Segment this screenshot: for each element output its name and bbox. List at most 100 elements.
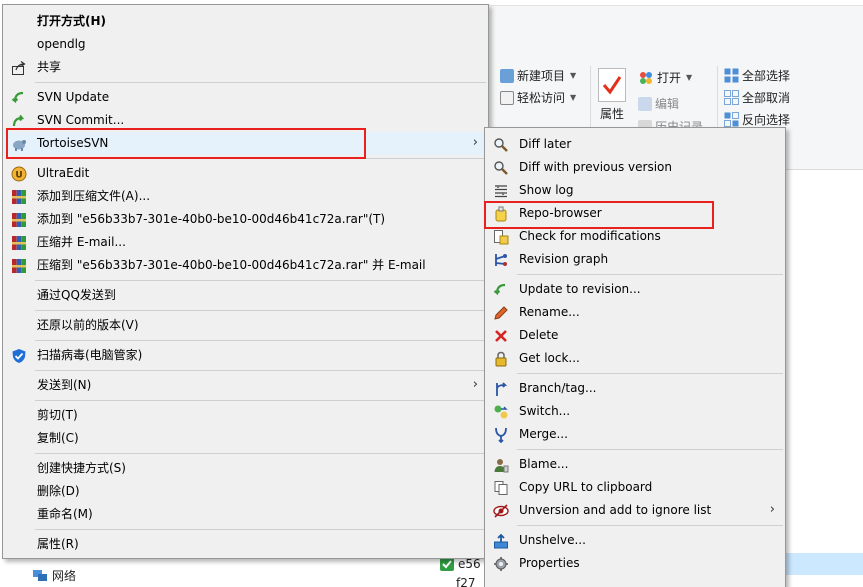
menu-item-compress-to-rar-email[interactable]: 压缩到 "e56b33b7-301e-40b0-be10-00d46b41c72…: [3, 254, 488, 277]
menu-item-tortoisesvn[interactable]: TortoiseSVN ›: [3, 132, 488, 155]
lock-icon: [493, 351, 509, 367]
svn-commit-icon: [11, 113, 27, 129]
selected-row-highlight: [780, 553, 863, 575]
chevron-down-icon: ▼: [570, 93, 577, 102]
nav-item-network[interactable]: 网络: [32, 567, 76, 584]
file-row[interactable]: e56: [440, 557, 481, 571]
select-all-button[interactable]: 全部选择: [724, 67, 790, 84]
menu-separator: [517, 525, 783, 526]
submenu-item-unshelve[interactable]: Unshelve...: [485, 529, 785, 552]
repo-browser-icon: [493, 206, 509, 222]
update-revision-icon: [493, 282, 509, 298]
submenu-item-merge[interactable]: Merge...: [485, 423, 785, 446]
submenu-item-get-lock[interactable]: Get lock...: [485, 347, 785, 370]
menu-separator: [517, 274, 783, 275]
menu-separator: [35, 400, 486, 401]
select-none-icon: [724, 90, 739, 105]
menu-item-share[interactable]: 共享: [3, 56, 488, 79]
menu-separator: [35, 310, 486, 311]
menu-separator: [35, 280, 486, 281]
svn-ok-icon: [440, 557, 454, 571]
copy-icon: [493, 480, 509, 496]
menu-item-svn-update[interactable]: SVN Update: [3, 86, 488, 109]
submenu-item-rename[interactable]: Rename...: [485, 301, 785, 324]
svg-text:U: U: [15, 171, 22, 181]
menu-item-opendlg[interactable]: opendlg: [3, 33, 488, 56]
select-none-button[interactable]: 全部取消: [724, 89, 790, 106]
menu-item-cut[interactable]: 剪切(T): [3, 404, 488, 427]
submenu-item-check-modifications[interactable]: Check for modifications: [485, 225, 785, 248]
menu-item-add-archive[interactable]: 添加到压缩文件(A)...: [3, 185, 488, 208]
menu-separator: [35, 370, 486, 371]
switch-icon: [493, 404, 509, 420]
menu-item-scan-virus[interactable]: 扫描病毒(电脑管家): [3, 344, 488, 367]
menu-item-send-to[interactable]: 发送到(N) ›: [3, 374, 488, 397]
new-item-icon: [500, 68, 514, 83]
edit-icon: [638, 96, 652, 111]
submenu-item-diff-previous[interactable]: Diff with previous version: [485, 156, 785, 179]
select-all-icon: [724, 68, 739, 83]
ultraedit-icon: U: [11, 166, 27, 182]
menu-item-send-qq[interactable]: 通过QQ发送到: [3, 284, 488, 307]
menu-separator: [35, 529, 486, 530]
submenu-item-repo-browser[interactable]: Repo-browser: [485, 202, 785, 225]
svn-update-icon: [11, 90, 27, 106]
menu-item-delete[interactable]: 删除(D): [3, 480, 488, 503]
chevron-right-icon: ›: [769, 502, 775, 517]
chevron-down-icon: ▼: [570, 71, 577, 80]
properties-gear-icon: [493, 556, 509, 572]
easy-access-button[interactable]: 轻松访问 ▼: [500, 89, 576, 106]
shield-icon: [11, 348, 27, 364]
submenu-item-revision-graph[interactable]: Revision graph: [485, 248, 785, 271]
menu-separator: [517, 449, 783, 450]
invert-selection-button[interactable]: 反向选择: [724, 111, 790, 128]
menu-item-compress-email[interactable]: 压缩并 E-mail...: [3, 231, 488, 254]
menu-item-properties[interactable]: 属性(R): [3, 533, 488, 556]
open-button[interactable]: 打开 ▼: [638, 69, 692, 86]
submenu-item-blame[interactable]: Blame...: [485, 453, 785, 476]
check-modifications-icon: [493, 229, 509, 245]
submenu-item-switch[interactable]: Switch...: [485, 400, 785, 423]
menu-separator: [517, 373, 783, 374]
magnifier-icon: [493, 137, 509, 153]
submenu-item-copy-url[interactable]: Copy URL to clipboard: [485, 476, 785, 499]
menu-item-ultraedit[interactable]: U UltraEdit: [3, 162, 488, 185]
new-item-button[interactable]: 新建项目 ▼: [500, 67, 576, 84]
chevron-right-icon: ›: [472, 135, 478, 150]
revision-graph-icon: [493, 252, 509, 268]
properties-button[interactable]: 属性: [600, 105, 624, 122]
menu-item-restore-previous[interactable]: 还原以前的版本(V): [3, 314, 488, 337]
edit-button[interactable]: 编辑: [638, 95, 679, 112]
menu-separator: [35, 453, 486, 454]
chevron-right-icon: ›: [472, 377, 478, 392]
properties-check-icon: [598, 68, 626, 102]
winrar-icon: [11, 189, 27, 205]
merge-icon: [493, 427, 509, 443]
submenu-item-show-log[interactable]: Show log: [485, 179, 785, 202]
submenu-item-properties[interactable]: Properties: [485, 552, 785, 575]
easy-access-icon: [500, 90, 514, 105]
menu-item-svn-commit[interactable]: SVN Commit...: [3, 109, 488, 132]
menu-separator: [35, 158, 486, 159]
menu-separator: [35, 82, 486, 83]
menu-separator: [35, 340, 486, 341]
winrar-icon: [11, 235, 27, 251]
submenu-item-update-revision[interactable]: Update to revision...: [485, 278, 785, 301]
chevron-down-icon: ▼: [686, 73, 693, 82]
menu-item-create-shortcut[interactable]: 创建快捷方式(S): [3, 457, 488, 480]
open-icon: [638, 70, 654, 86]
submenu-item-delete[interactable]: Delete: [485, 324, 785, 347]
menu-item-open-with[interactable]: 打开方式(H): [3, 10, 488, 33]
menu-item-copy[interactable]: 复制(C): [3, 427, 488, 450]
menu-item-rename[interactable]: 重命名(M): [3, 503, 488, 526]
menu-item-add-to-rar[interactable]: 添加到 "e56b33b7-301e-40b0-be10-00d46b41c72…: [3, 208, 488, 231]
network-icon: [32, 569, 48, 583]
delete-x-icon: [493, 328, 509, 344]
context-menu: 打开方式(H) opendlg 共享 SVN Update SVN Commit…: [2, 4, 489, 559]
unshelve-icon: [493, 533, 509, 549]
submenu-item-unversion[interactable]: Unversion and add to ignore list ›: [485, 499, 785, 522]
submenu-item-diff-later[interactable]: Diff later: [485, 133, 785, 156]
winrar-icon: [11, 212, 27, 228]
file-row[interactable]: f27: [456, 576, 476, 587]
submenu-item-branch-tag[interactable]: Branch/tag...: [485, 377, 785, 400]
